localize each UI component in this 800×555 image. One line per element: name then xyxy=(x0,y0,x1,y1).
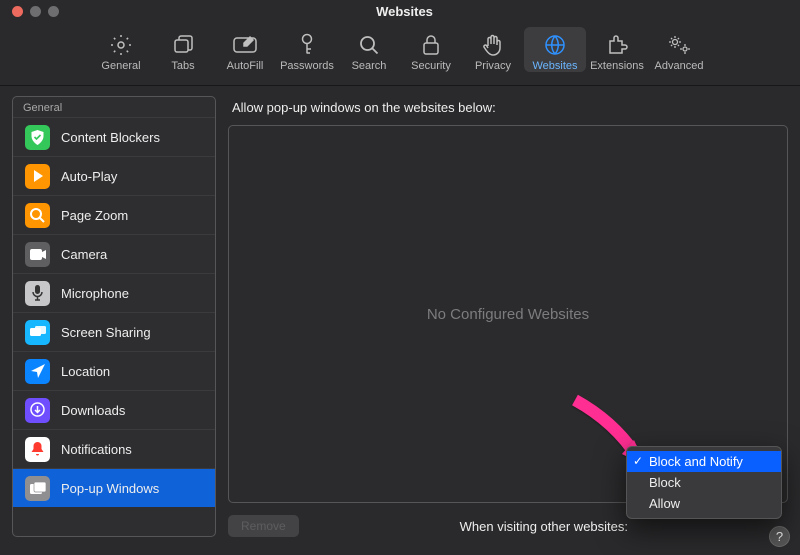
tab-websites[interactable]: Websites xyxy=(524,27,586,72)
sidebar-item-label: Content Blockers xyxy=(61,130,160,145)
tab-general[interactable]: General xyxy=(90,27,152,72)
sidebar-item-label: Camera xyxy=(61,247,107,262)
sidebar-item-notifications[interactable]: Notifications xyxy=(13,429,215,468)
sidebar-item-label: Auto-Play xyxy=(61,169,117,184)
tab-label: Websites xyxy=(532,60,577,72)
tab-label: Security xyxy=(411,60,451,72)
tab-label: Privacy xyxy=(475,60,511,72)
tabs-icon xyxy=(171,31,195,59)
sidebar-item-microphone[interactable]: Microphone xyxy=(13,273,215,312)
empty-state-text: No Configured Websites xyxy=(427,306,589,323)
check-icon: ✓ xyxy=(633,454,643,468)
tab-label: Tabs xyxy=(171,60,194,72)
globe-icon xyxy=(543,31,567,59)
screens-icon xyxy=(25,320,50,345)
window-title: Websites xyxy=(9,4,800,19)
dropdown-option-label: Allow xyxy=(649,496,680,511)
popup-icon xyxy=(25,476,50,501)
shield-icon xyxy=(25,125,50,150)
tab-label: Extensions xyxy=(590,60,644,72)
sidebar-header: General xyxy=(13,97,215,117)
sidebar-item-label: Downloads xyxy=(61,403,125,418)
tab-advanced[interactable]: Advanced xyxy=(648,27,710,72)
zoom-icon xyxy=(25,203,50,228)
sidebar-item-popup-windows[interactable]: Pop-up Windows xyxy=(13,468,215,507)
preferences-toolbar: General Tabs AutoFill Passwords xyxy=(0,23,800,86)
sidebar-item-label: Microphone xyxy=(61,286,129,301)
sidebar-item-label: Pop-up Windows xyxy=(61,481,159,496)
lock-icon xyxy=(420,31,442,59)
dropdown-option-block[interactable]: Block xyxy=(627,472,781,493)
mic-icon xyxy=(25,281,50,306)
dropdown-option-allow[interactable]: Allow xyxy=(627,493,781,514)
sidebar-item-camera[interactable]: Camera xyxy=(13,234,215,273)
dropdown-option-label: Block and Notify xyxy=(649,454,743,469)
sidebar-item-label: Screen Sharing xyxy=(61,325,151,340)
remove-button[interactable]: Remove xyxy=(228,515,299,537)
tab-autofill[interactable]: AutoFill xyxy=(214,27,276,72)
gears-icon xyxy=(666,31,692,59)
help-button[interactable]: ? xyxy=(769,526,790,547)
dropdown-option-label: Block xyxy=(649,475,681,490)
sidebar-item-page-zoom[interactable]: Page Zoom xyxy=(13,195,215,234)
content-heading: Allow pop-up windows on the websites bel… xyxy=(228,96,788,125)
tab-privacy[interactable]: Privacy xyxy=(462,27,524,72)
tab-label: Search xyxy=(352,60,387,72)
tab-security[interactable]: Security xyxy=(400,27,462,72)
sidebar: General Content Blockers Auto-Play xyxy=(12,96,216,537)
bottom-label: When visiting other websites: xyxy=(460,519,628,534)
camera-icon xyxy=(25,242,50,267)
sidebar-item-auto-play[interactable]: Auto-Play xyxy=(13,156,215,195)
dropdown-option-block-and-notify[interactable]: ✓ Block and Notify xyxy=(627,451,781,472)
sidebar-item-location[interactable]: Location xyxy=(13,351,215,390)
key-icon xyxy=(296,31,318,59)
tab-label: Passwords xyxy=(280,60,334,72)
sidebar-item-label: Notifications xyxy=(61,442,132,457)
download-icon xyxy=(25,398,50,423)
sidebar-item-label: Location xyxy=(61,364,110,379)
tab-label: Advanced xyxy=(655,60,704,72)
sidebar-item-label: Page Zoom xyxy=(61,208,128,223)
tab-extensions[interactable]: Extensions xyxy=(586,27,648,72)
location-icon xyxy=(25,359,50,384)
sidebar-item-content-blockers[interactable]: Content Blockers xyxy=(13,117,215,156)
search-icon xyxy=(357,31,381,59)
tab-label: General xyxy=(101,60,140,72)
play-icon xyxy=(25,164,50,189)
titlebar: Websites xyxy=(0,0,800,23)
gear-icon xyxy=(109,31,133,59)
hand-icon xyxy=(482,31,504,59)
autofill-icon xyxy=(232,31,258,59)
sidebar-item-downloads[interactable]: Downloads xyxy=(13,390,215,429)
tab-tabs[interactable]: Tabs xyxy=(152,27,214,72)
bell-icon xyxy=(25,437,50,462)
tab-label: AutoFill xyxy=(227,60,264,72)
dropdown-menu: ✓ Block and Notify Block Allow xyxy=(626,446,782,519)
sidebar-item-screen-sharing[interactable]: Screen Sharing xyxy=(13,312,215,351)
tab-passwords[interactable]: Passwords xyxy=(276,27,338,72)
tab-search[interactable]: Search xyxy=(338,27,400,72)
puzzle-icon xyxy=(605,31,629,59)
